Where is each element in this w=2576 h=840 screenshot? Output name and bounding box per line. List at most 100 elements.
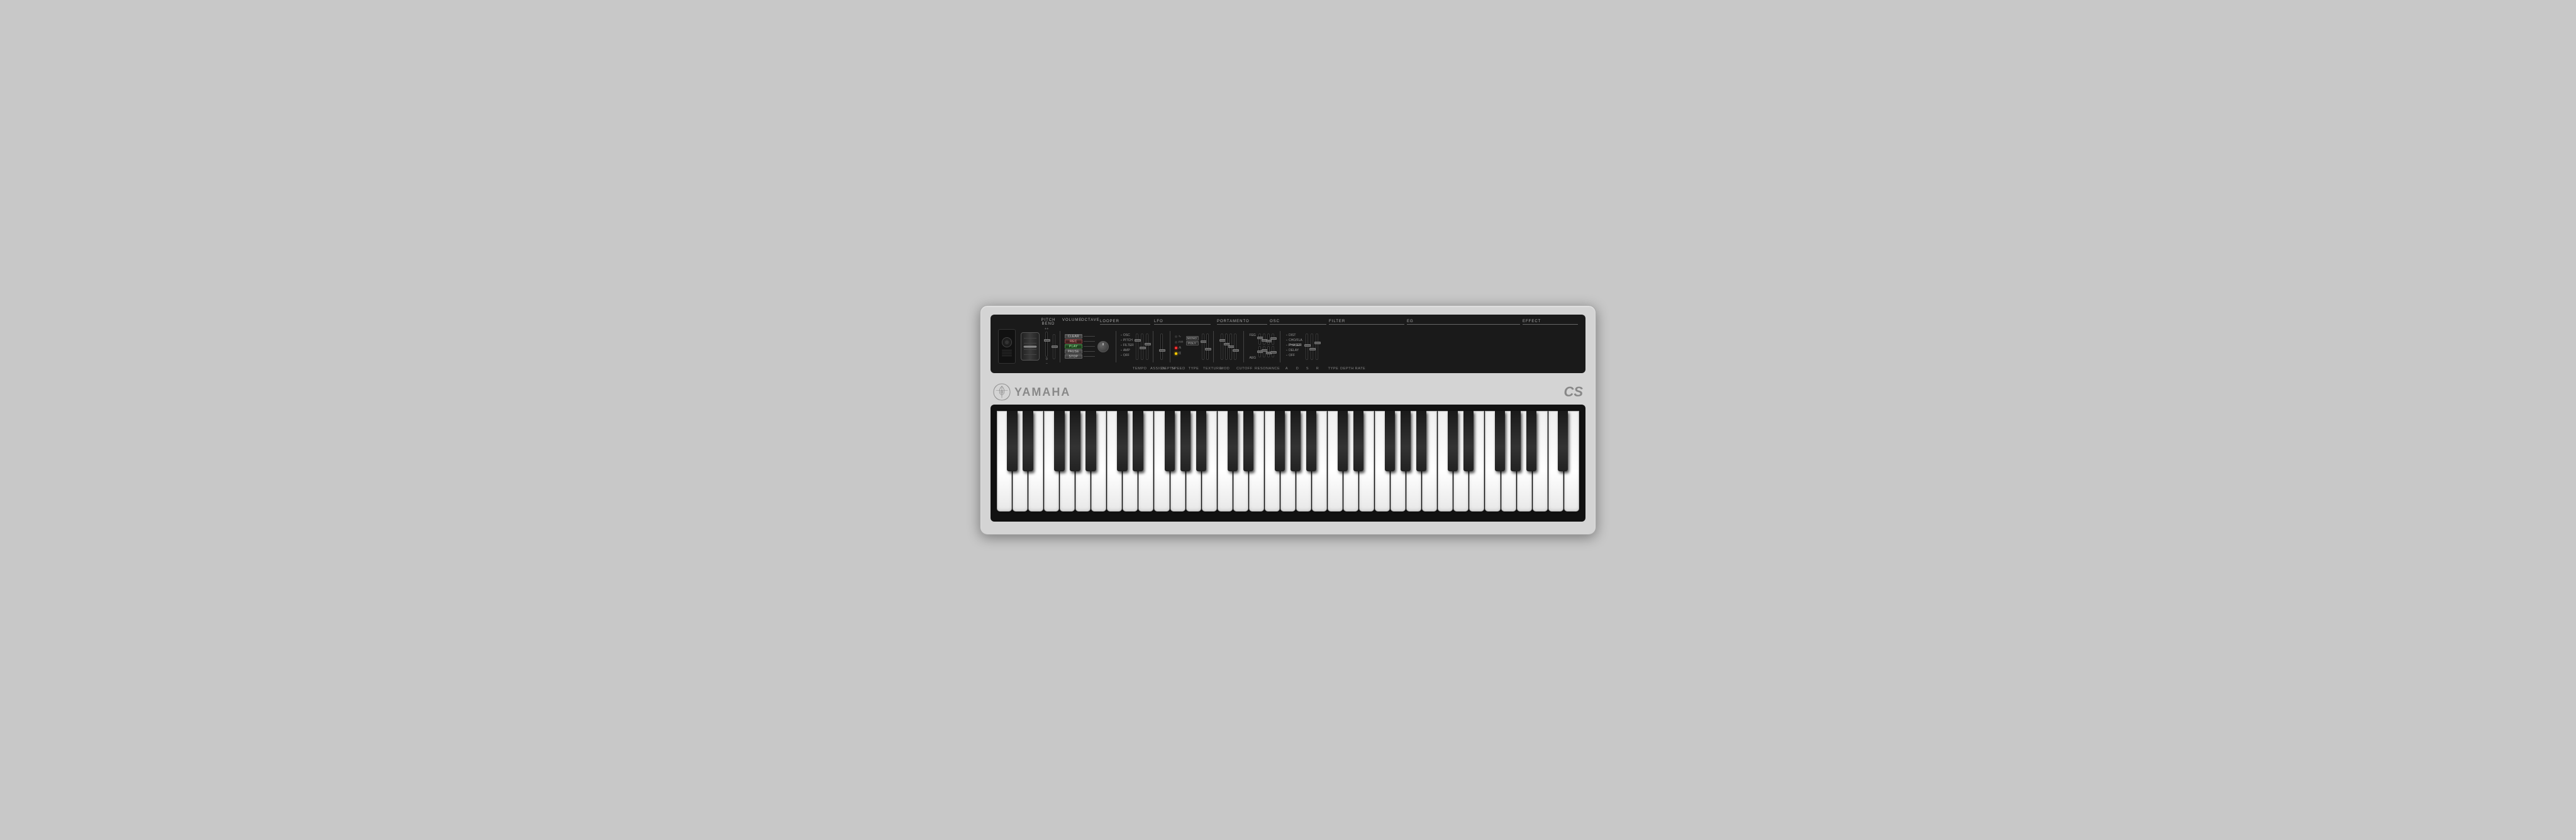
eg-label: EG [1407, 320, 1520, 325]
looper-rec-button[interactable]: REC [1065, 339, 1095, 344]
filter-cutoff-fader[interactable] [1230, 333, 1232, 360]
tempo-bottom-label: TEMPO [1133, 367, 1146, 371]
osc-label: OSC [1270, 320, 1326, 325]
portamento-section [1160, 333, 1163, 360]
effect-dist-label: DIST [1289, 333, 1296, 337]
black-key-22[interactable] [1495, 411, 1505, 471]
black-key-9[interactable] [1196, 411, 1206, 471]
octave-slider[interactable] [1053, 334, 1055, 359]
aeg-decay-fader[interactable] [1263, 346, 1265, 357]
osc-texture-label: TEXTURE [1203, 367, 1219, 371]
feg-attack-fader[interactable] [1258, 333, 1261, 345]
black-key-1[interactable] [1023, 411, 1033, 471]
black-key-17[interactable] [1385, 411, 1395, 471]
black-key-8[interactable] [1180, 411, 1191, 471]
effect-delay-label: DELAY [1289, 349, 1299, 352]
aeg-sustain-fader[interactable] [1267, 346, 1270, 357]
volume-section: ++ 0 -- [1045, 327, 1049, 366]
black-key-14[interactable] [1306, 411, 1316, 471]
black-key-24[interactable] [1526, 411, 1536, 471]
portamento-label: PORTAMENTO [1217, 320, 1267, 325]
effect-phaser-label: PHASER [1289, 344, 1302, 347]
black-key-19[interactable] [1416, 411, 1426, 471]
yamaha-brand-text: YAMAHA [1014, 386, 1070, 399]
filter-section [1221, 333, 1236, 360]
black-key-15[interactable] [1338, 411, 1348, 471]
osc-section: ∿ ⊓⊓ ᗑ ᗧ [1175, 333, 1209, 360]
aeg-release-fader[interactable] [1272, 346, 1274, 357]
looper-stop-button[interactable]: STOP [1065, 354, 1095, 359]
filter-fader-2[interactable] [1225, 333, 1228, 360]
black-key-10[interactable] [1228, 411, 1238, 471]
pitch-bend-label: PITCH BEND [1040, 318, 1057, 326]
black-key-16[interactable] [1353, 411, 1363, 471]
lfo-assign-fader[interactable] [1136, 333, 1138, 360]
lfo-assign-label: ASSIGN [1150, 367, 1162, 371]
aeg-attack-fader[interactable] [1258, 346, 1261, 357]
pitch-bend-section [1018, 332, 1042, 361]
looper-clear-button[interactable]: CLEAR [1065, 334, 1095, 339]
effect-rate-fader[interactable] [1316, 333, 1318, 360]
black-key-12[interactable] [1275, 411, 1285, 471]
black-key-2[interactable] [1054, 411, 1064, 471]
black-key-6[interactable] [1133, 411, 1143, 471]
volume-slider[interactable] [1045, 332, 1048, 357]
yamaha-logo: YAMAHA [993, 383, 1070, 401]
black-key-21[interactable] [1463, 411, 1474, 471]
tempo-knob[interactable] [1097, 341, 1109, 352]
feg-sustain-fader[interactable] [1267, 333, 1270, 345]
poly-button[interactable]: POLY [1186, 341, 1199, 345]
portamento-fader[interactable] [1160, 333, 1163, 360]
effect-off-label: OFF [1289, 354, 1295, 357]
black-key-4[interactable] [1085, 411, 1096, 471]
filter-fader-1[interactable] [1221, 333, 1223, 360]
looper-section: CLEAR REC PLAY [1065, 334, 1095, 359]
model-text: CS [1563, 384, 1583, 400]
black-key-11[interactable] [1243, 411, 1253, 471]
eg-s-label: S [1302, 367, 1313, 371]
filter-cutoff-label: CUTOFF [1235, 367, 1255, 371]
volume-label: VOLUME [1062, 318, 1077, 326]
mono-button[interactable]: MONO [1186, 336, 1199, 340]
osc-texture-fader[interactable] [1202, 333, 1204, 360]
black-key-5[interactable] [1117, 411, 1127, 471]
keyboard [997, 411, 1579, 512]
black-key-3[interactable] [1070, 411, 1080, 471]
speaker-grille [998, 329, 1016, 364]
black-key-0[interactable] [1007, 411, 1017, 471]
pitch-bend-wheel[interactable] [1021, 332, 1040, 361]
speaker-lines [1002, 350, 1012, 356]
effect-type-fader[interactable] [1306, 333, 1308, 360]
lfo-depth-fader[interactable] [1141, 333, 1143, 360]
looper-pause-button[interactable]: PAUSE [1065, 349, 1095, 354]
octave-label: OCTAVE [1081, 318, 1096, 326]
filter-label: FILTER [1329, 320, 1404, 325]
lfo-speed-label: SPEED [1172, 367, 1182, 371]
lfo-speed-fader[interactable] [1146, 333, 1148, 360]
looper-label: LOOPER [1100, 320, 1150, 325]
eg-a-label: A [1281, 367, 1292, 371]
black-key-23[interactable] [1511, 411, 1521, 471]
filter-resonance-fader[interactable] [1234, 333, 1236, 360]
effect-type-label: TYPE [1326, 367, 1340, 371]
keyboard-housing [991, 405, 1585, 522]
feg-release-fader[interactable] [1272, 333, 1274, 345]
effect-depth-label: DEPTH [1340, 367, 1354, 371]
black-key-18[interactable] [1401, 411, 1411, 471]
black-key-20[interactable] [1448, 411, 1458, 471]
synth-body: PITCH BEND VOLUME OCTAVE LOOPER LFO PORT… [980, 305, 1596, 535]
eg-section: FEG AEG [1250, 333, 1275, 360]
feg-decay-fader[interactable] [1263, 333, 1265, 345]
black-key-25[interactable] [1558, 411, 1568, 471]
control-panel: PITCH BEND VOLUME OCTAVE LOOPER LFO PORT… [991, 315, 1585, 373]
effect-depth-fader[interactable] [1311, 333, 1313, 360]
black-key-7[interactable] [1165, 411, 1175, 471]
effect-cho-label: CHO/FLA [1289, 339, 1302, 342]
osc-mod-fader[interactable] [1206, 333, 1209, 360]
looper-play-button[interactable]: PLAY [1065, 344, 1095, 349]
yamaha-emblem-icon [993, 383, 1011, 401]
black-key-13[interactable] [1291, 411, 1301, 471]
effect-rate-label: RATE [1354, 367, 1367, 371]
filter-resonance-label: RESONANCE [1255, 367, 1277, 371]
osc-mod-label: MOD [1219, 367, 1231, 371]
